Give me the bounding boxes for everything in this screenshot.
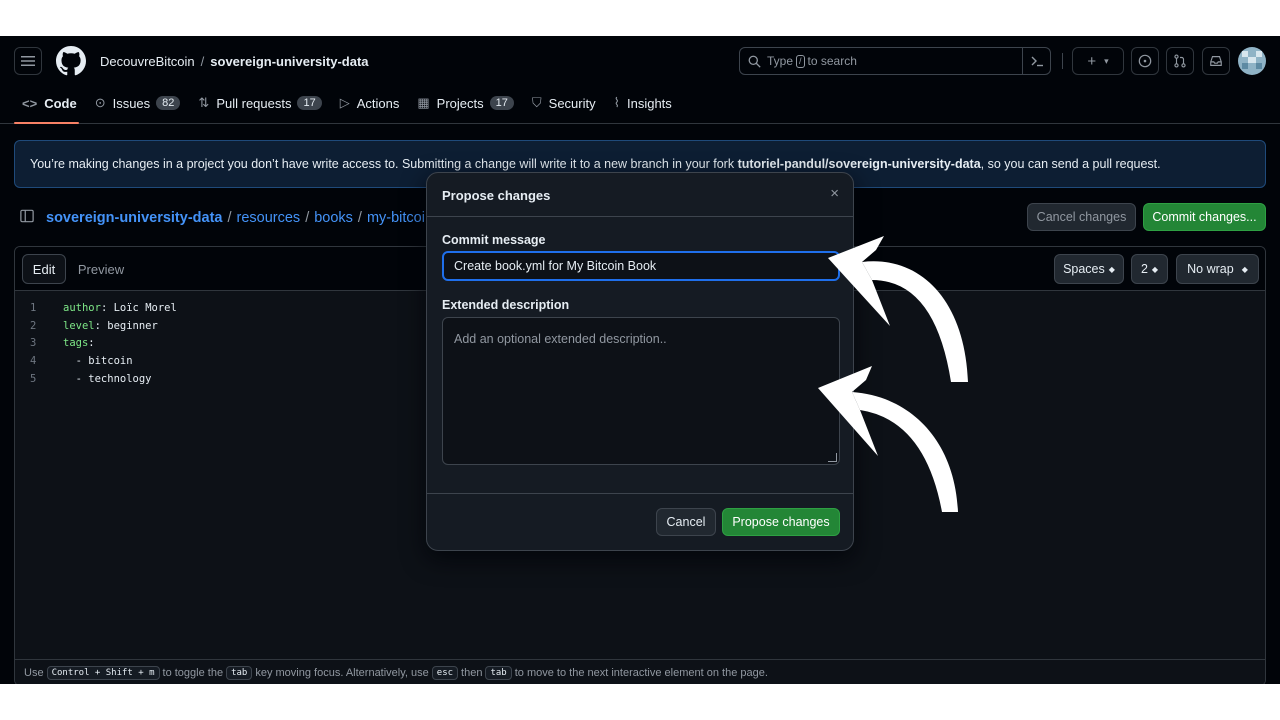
arrow-to-extended-description [818,366,958,512]
annotation-arrows [818,236,968,512]
arrow-to-commit-message [828,236,968,382]
